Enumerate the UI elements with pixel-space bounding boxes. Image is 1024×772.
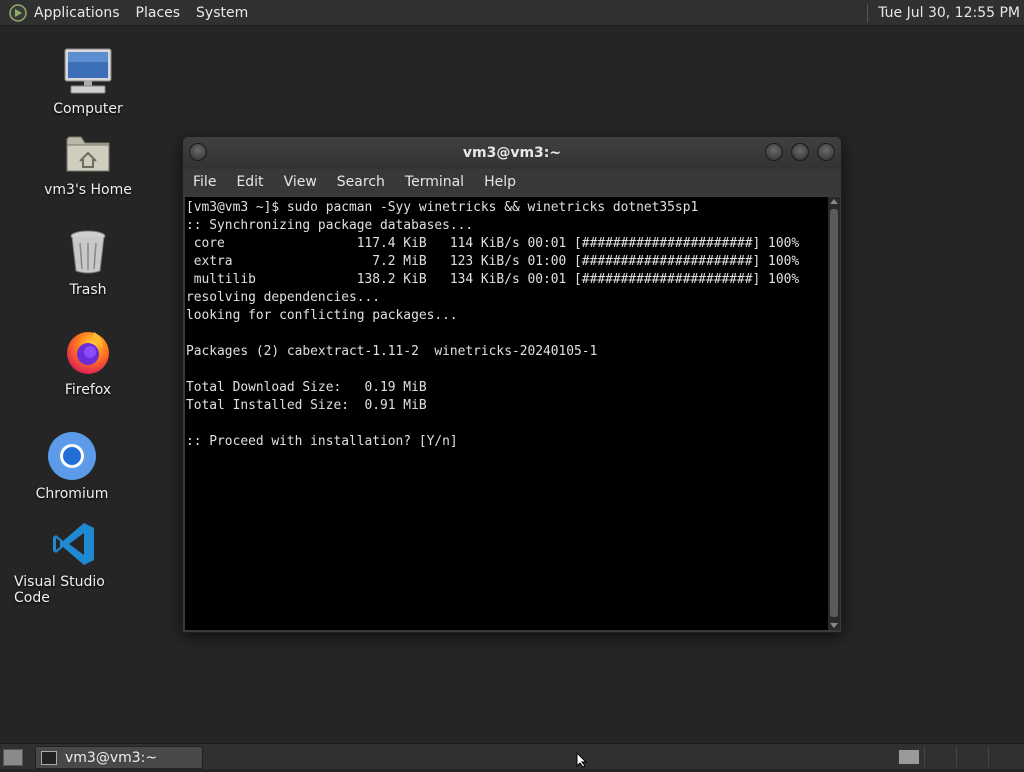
terminal-scrollbar[interactable] — [828, 197, 840, 630]
menu-help[interactable]: Help — [484, 174, 516, 190]
menu-search[interactable]: Search — [337, 174, 385, 190]
desktop-icon-label: vm3's Home — [44, 182, 132, 198]
maximize-button[interactable] — [791, 143, 809, 161]
bottom-panel: vm3@vm3:~ — [0, 743, 1024, 769]
main-menu-icon[interactable] — [8, 3, 28, 23]
terminal-line: core 117.4 KiB 114 KiB/s 00:01 [########… — [186, 236, 800, 251]
top-panel: Applications Places System Tue Jul 30, 1… — [0, 0, 1024, 26]
terminal-menubar: File Edit View Search Terminal Help — [183, 169, 841, 195]
terminal-line: looking for conflicting packages... — [186, 308, 458, 323]
desktop-icon-chromium[interactable]: Chromium — [12, 430, 132, 502]
trash-icon — [62, 226, 114, 278]
menu-view[interactable]: View — [284, 174, 317, 190]
show-desktop-icon[interactable] — [3, 749, 23, 766]
panel-separator — [867, 3, 869, 22]
minimize-button[interactable] — [765, 143, 783, 161]
firefox-icon — [62, 326, 114, 378]
terminal-line: :: Synchronizing package databases... — [186, 218, 474, 233]
clock[interactable]: Tue Jul 30, 12:55 PM — [867, 0, 1024, 25]
desktop-icon-computer[interactable]: Computer — [28, 45, 148, 117]
computer-icon — [62, 45, 114, 97]
menu-file[interactable]: File — [193, 174, 216, 190]
terminal-line: [vm3@vm3 ~]$ sudo pacman -Syy winetricks… — [186, 200, 699, 215]
chromium-icon — [46, 430, 98, 482]
desktop-icon-firefox[interactable]: Firefox — [28, 326, 148, 398]
clock-label: Tue Jul 30, 12:55 PM — [878, 4, 1020, 21]
close-button[interactable] — [817, 143, 835, 161]
menu-terminal[interactable]: Terminal — [405, 174, 464, 190]
places-menu[interactable]: Places — [136, 5, 181, 21]
home-folder-icon — [62, 126, 114, 178]
vscode-icon — [48, 518, 100, 570]
desktop-icon-label: Computer — [53, 101, 123, 117]
desktop-icon-label: Firefox — [64, 382, 112, 398]
window-menu-button[interactable] — [189, 143, 207, 161]
terminal-line: Packages (2) cabextract-1.11-2 winetrick… — [186, 344, 598, 359]
desktop-icon-vscode[interactable]: Visual Studio Code — [14, 518, 134, 606]
system-menu[interactable]: System — [196, 5, 248, 21]
terminal-icon — [41, 750, 57, 765]
desktop-icon-trash[interactable]: Trash — [28, 226, 148, 298]
terminal-line: Total Installed Size: 0.91 MiB — [186, 398, 427, 413]
workspace-1[interactable] — [898, 749, 920, 765]
terminal-line: multilib 138.2 KiB 134 KiB/s 00:01 [####… — [186, 272, 800, 287]
workspace-2[interactable] — [924, 747, 953, 767]
terminal-line: extra 7.2 MiB 123 KiB/s 01:00 [#########… — [186, 254, 800, 269]
workspace-4[interactable] — [988, 747, 1017, 767]
taskbar-item-terminal[interactable]: vm3@vm3:~ — [35, 746, 203, 769]
desktop-icon-label: Trash — [69, 282, 107, 298]
scroll-down-arrow-icon[interactable] — [830, 623, 838, 628]
mouse-cursor-icon — [576, 751, 588, 772]
menu-edit[interactable]: Edit — [236, 174, 263, 190]
window-titlebar[interactable]: vm3@vm3:~ — [183, 137, 841, 169]
terminal-line: :: Proceed with installation? [Y/n] — [186, 434, 458, 449]
applications-menu[interactable]: Applications — [34, 5, 120, 21]
terminal-output[interactable]: [vm3@vm3 ~]$ sudo pacman -Syy winetricks… — [185, 197, 828, 630]
taskbar-item-label: vm3@vm3:~ — [65, 749, 158, 766]
terminal-line: Total Download Size: 0.19 MiB — [186, 380, 427, 395]
scroll-up-arrow-icon[interactable] — [830, 199, 838, 204]
workspace-3[interactable] — [956, 747, 985, 767]
desktop-icon-label: Visual Studio Code — [14, 574, 105, 606]
terminal-line: resolving dependencies... — [186, 290, 381, 305]
desktop-icon-home[interactable]: vm3's Home — [28, 126, 148, 198]
window-title: vm3@vm3:~ — [462, 145, 562, 161]
scrollbar-thumb[interactable] — [830, 209, 838, 617]
terminal-window[interactable]: vm3@vm3:~ File Edit View Search Terminal… — [182, 136, 842, 633]
desktop-icon-label: Chromium — [35, 486, 109, 502]
terminal-text: [vm3@vm3 ~]$ sudo pacman -Syy winetricks… — [185, 197, 828, 451]
